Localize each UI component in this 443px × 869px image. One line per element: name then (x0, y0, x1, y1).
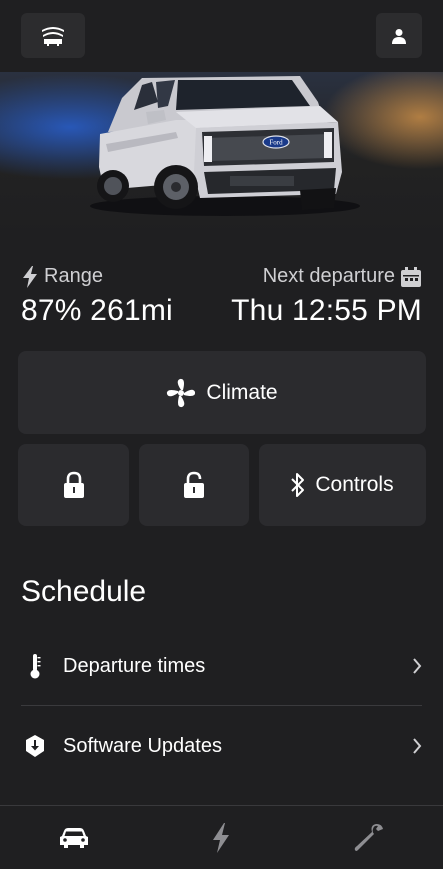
software-updates-row[interactable]: Software Updates (21, 706, 422, 786)
departure-label-text: Next departure (262, 265, 395, 287)
bluetooth-icon (291, 473, 305, 497)
nav-service[interactable] (329, 806, 409, 869)
chevron-right-icon (402, 658, 422, 674)
thermometer-icon (21, 653, 49, 679)
garage-icon (42, 26, 64, 46)
departure-times-row[interactable]: Departure times (21, 626, 422, 706)
chevron-right-icon (402, 738, 422, 754)
bottom-navigation (0, 805, 443, 869)
controls-label: Controls (315, 473, 394, 496)
fan-icon (167, 378, 196, 407)
controls-button[interactable]: Controls (259, 444, 426, 526)
charging-icon (213, 823, 229, 853)
profile-button[interactable] (376, 13, 422, 58)
range-label-text: Range (44, 265, 103, 287)
lock-icon (63, 471, 84, 498)
lightning-icon (23, 265, 37, 288)
unlock-icon (184, 471, 204, 498)
departure-value: Thu 12:55 PM (231, 294, 422, 327)
range-label: Range (22, 265, 103, 288)
person-icon (392, 28, 406, 44)
nav-vehicle[interactable] (34, 806, 114, 869)
vehicle-hero: Ford (0, 72, 443, 236)
schedule-title: Schedule (21, 575, 147, 608)
unlock-button[interactable] (139, 444, 249, 526)
departure-times-label: Departure times (63, 654, 206, 677)
download-shield-icon (21, 735, 49, 757)
vehicle-icon (60, 828, 88, 848)
departure-label: Next departure (263, 265, 421, 288)
calendar-icon (401, 266, 421, 287)
nav-charging[interactable] (181, 806, 261, 869)
climate-label: Climate (206, 380, 278, 404)
vehicle-image: Ford (90, 76, 360, 216)
software-updates-label: Software Updates (63, 734, 222, 757)
service-icon (354, 824, 383, 851)
ford-badge-text: Ford (269, 139, 283, 147)
top-bar (0, 0, 443, 72)
lock-button[interactable] (18, 444, 129, 526)
garage-button[interactable] (21, 13, 85, 58)
range-value: 87% 261mi (21, 294, 173, 327)
climate-button[interactable]: Climate (18, 351, 426, 434)
